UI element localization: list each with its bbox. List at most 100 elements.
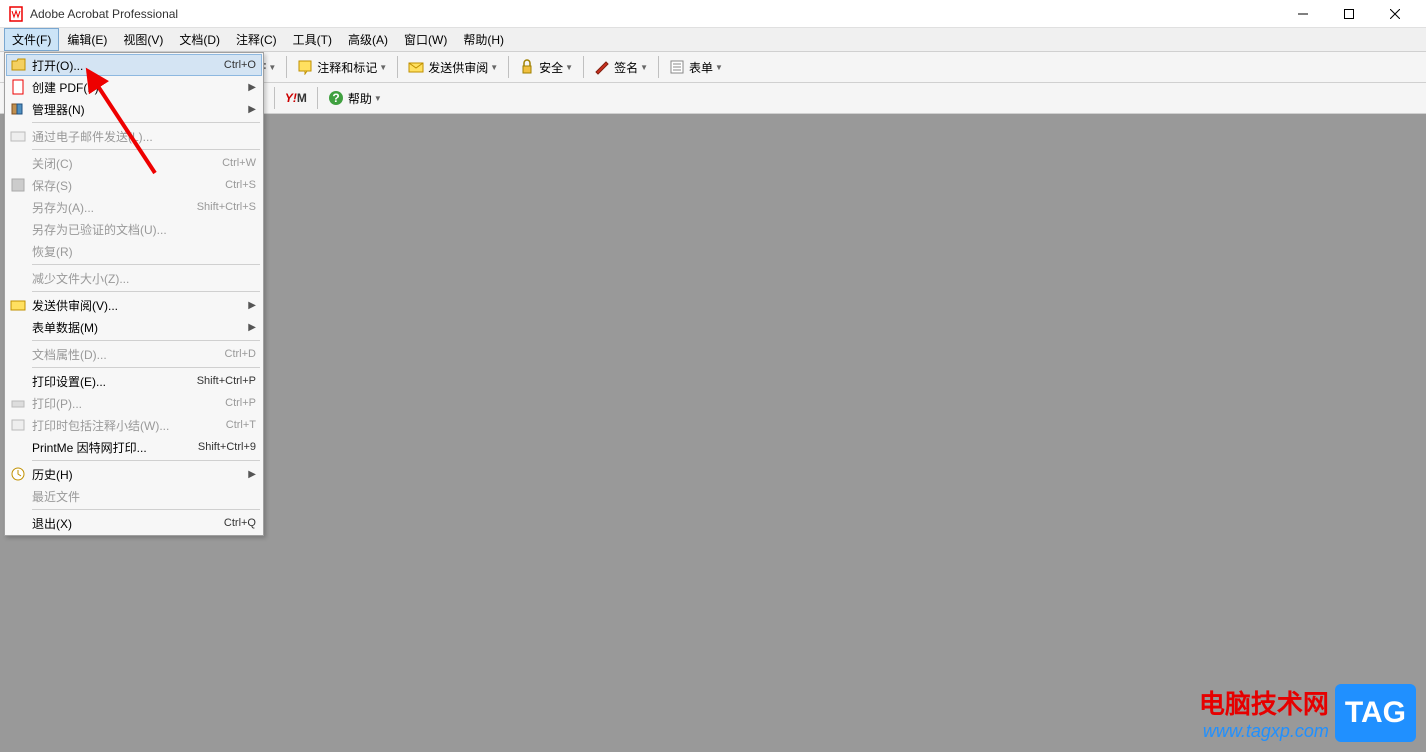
tool-label: 安全 [539, 59, 563, 76]
menu-label: 打印时包括注释小结(W)... [32, 417, 226, 434]
menu-label: 打开(O)... [32, 57, 224, 74]
chevron-down-icon: ▼ [490, 63, 498, 72]
submenu-arrow-icon: ▶ [248, 469, 256, 480]
email-icon [10, 128, 26, 144]
menu-label: 另存为已验证的文档(U)... [32, 221, 256, 238]
file-menu-dropdown: 打开(O)... Ctrl+O 创建 PDF(F) ▶ 管理器(N) ▶ 通过电… [4, 52, 264, 536]
separator [583, 56, 584, 78]
menu-edit[interactable]: 编辑(E) [59, 28, 115, 51]
forms-button[interactable]: 表单 ▼ [664, 55, 728, 79]
menu-history[interactable]: 历史(H) ▶ [6, 463, 262, 485]
menu-label: 另存为(A)... [32, 199, 197, 216]
menu-label: 保存(S) [32, 177, 225, 194]
menu-label: 打印(P)... [32, 395, 225, 412]
watermark-text-cn: 电脑技术网 [1199, 684, 1329, 721]
organizer-icon [10, 101, 26, 117]
titlebar: Adobe Acrobat Professional [0, 0, 1426, 28]
menu-save: 保存(S) Ctrl+S [6, 174, 262, 196]
menu-exit[interactable]: 退出(X) Ctrl+Q [6, 512, 262, 534]
menu-label: 最近文件 [32, 488, 256, 505]
menu-shortcut: Shift+Ctrl+P [197, 375, 256, 387]
submenu-arrow-icon: ▶ [248, 322, 256, 333]
menu-separator [32, 460, 260, 461]
menu-file[interactable]: 文件(F) [4, 28, 59, 51]
menu-shortcut: Shift+Ctrl+S [197, 201, 256, 213]
submenu-arrow-icon: ▶ [248, 82, 256, 93]
separator [317, 87, 318, 109]
menu-separator [32, 122, 260, 123]
menu-reduce-size: 减少文件大小(Z)... [6, 267, 262, 289]
svg-text:?: ? [332, 91, 339, 105]
menu-comments[interactable]: 注释(C) [228, 28, 285, 51]
chevron-down-icon: ▼ [379, 63, 387, 72]
menu-help[interactable]: 帮助(H) [455, 28, 512, 51]
yahoo-button[interactable]: Y!M [280, 86, 312, 110]
menu-shortcut: Ctrl+T [226, 419, 256, 431]
maximize-button[interactable] [1326, 0, 1372, 28]
menu-label: 表单数据(M) [32, 319, 248, 336]
menu-window[interactable]: 窗口(W) [396, 28, 455, 51]
note-icon [297, 59, 313, 75]
tool-label: 帮助 [348, 90, 372, 107]
watermark-url: www.tagxp.com [1203, 721, 1329, 742]
menu-label: 创建 PDF(F) [32, 79, 248, 96]
menu-organizer[interactable]: 管理器(N) ▶ [6, 98, 262, 120]
window-controls [1280, 0, 1418, 28]
chevron-down-icon: ▼ [374, 94, 382, 103]
menu-label: 通过电子邮件发送(L)... [32, 128, 256, 145]
menu-document[interactable]: 文档(D) [171, 28, 228, 51]
app-title: Adobe Acrobat Professional [30, 7, 1280, 21]
menu-printme[interactable]: PrintMe 因特网打印... Shift+Ctrl+9 [6, 436, 262, 458]
menu-create-pdf[interactable]: 创建 PDF(F) ▶ [6, 76, 262, 98]
menu-label: 打印设置(E)... [32, 373, 197, 390]
menu-label: 恢复(R) [32, 243, 256, 260]
pdf-icon [10, 79, 26, 95]
chevron-down-icon: ▼ [565, 63, 573, 72]
menu-send-for-review[interactable]: 发送供审阅(V)... ▶ [6, 294, 262, 316]
lock-icon [519, 59, 535, 75]
menu-shortcut: Shift+Ctrl+9 [198, 441, 256, 453]
tool-label: 表单 [689, 59, 713, 76]
clock-icon [10, 466, 26, 482]
menu-open[interactable]: 打开(O)... Ctrl+O [6, 54, 262, 76]
help-button[interactable]: ? 帮助 ▼ [323, 86, 387, 110]
menu-shortcut: Ctrl+S [225, 179, 256, 191]
security-button[interactable]: 安全 ▼ [514, 55, 578, 79]
separator [658, 56, 659, 78]
menu-label: 历史(H) [32, 466, 248, 483]
menu-view[interactable]: 视图(V) [115, 28, 171, 51]
chevron-down-icon: ▼ [268, 63, 276, 72]
send-for-review-button[interactable]: 发送供审阅 ▼ [403, 55, 503, 79]
envelope-icon [10, 297, 26, 313]
menubar: 文件(F) 编辑(E) 视图(V) 文档(D) 注释(C) 工具(T) 高级(A… [0, 28, 1426, 52]
menu-revert: 恢复(R) [6, 240, 262, 262]
chevron-down-icon: ▼ [715, 63, 723, 72]
menu-separator [32, 149, 260, 150]
sign-button[interactable]: 签名 ▼ [589, 55, 653, 79]
minimize-button[interactable] [1280, 0, 1326, 28]
tool-label: 注释和标记 [317, 59, 377, 76]
close-button[interactable] [1372, 0, 1418, 28]
menu-tools[interactable]: 工具(T) [285, 28, 340, 51]
menu-label: 减少文件大小(Z)... [32, 270, 256, 287]
menu-label: 管理器(N) [32, 101, 248, 118]
menu-form-data[interactable]: 表单数据(M) ▶ [6, 316, 262, 338]
submenu-arrow-icon: ▶ [248, 104, 256, 115]
menu-print-setup[interactable]: 打印设置(E)... Shift+Ctrl+P [6, 370, 262, 392]
menu-shortcut: Ctrl+P [225, 397, 256, 409]
menu-separator [32, 340, 260, 341]
pen-icon [594, 59, 610, 75]
tool-label: 发送供审阅 [428, 59, 488, 76]
menu-shortcut: Ctrl+O [224, 59, 256, 71]
menu-print-with-comments: 打印时包括注释小结(W)... Ctrl+T [6, 414, 262, 436]
menu-label: 文档属性(D)... [32, 346, 225, 363]
save-icon [10, 177, 26, 193]
menu-shortcut: Ctrl+D [225, 348, 256, 360]
app-icon [8, 6, 24, 22]
folder-open-icon [11, 57, 27, 73]
comment-markup-button[interactable]: 注释和标记 ▼ [292, 55, 392, 79]
menu-email: 通过电子邮件发送(L)... [6, 125, 262, 147]
menu-advanced[interactable]: 高级(A) [340, 28, 396, 51]
menu-label: 退出(X) [32, 515, 224, 532]
menu-shortcut: Ctrl+W [222, 157, 256, 169]
